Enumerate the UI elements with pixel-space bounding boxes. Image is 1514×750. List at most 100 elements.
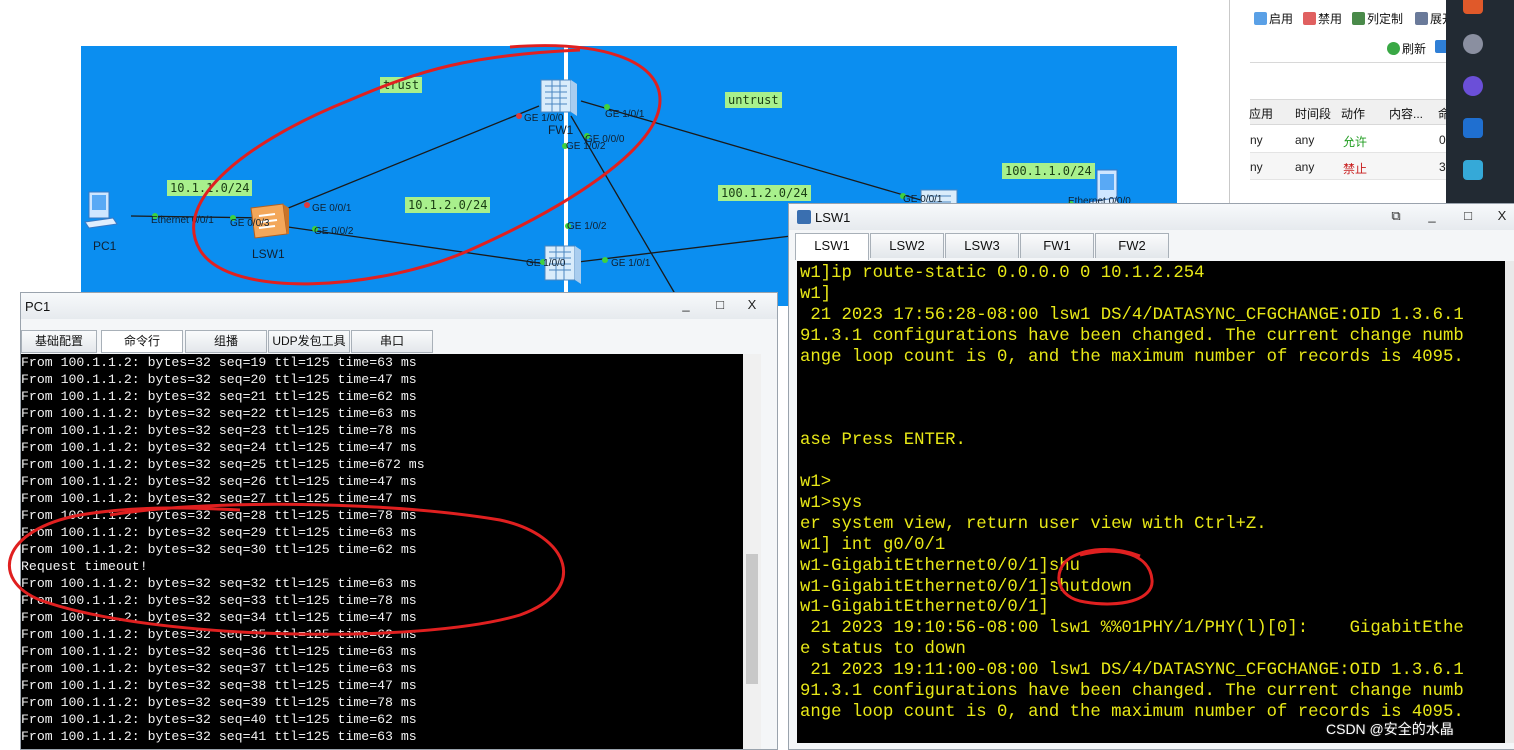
console-line: From 100.1.1.2: bytes=32 seq=40 ttl=125 …	[21, 712, 417, 727]
tab-lsw3[interactable]: LSW3	[945, 233, 1019, 258]
scroll-thumb[interactable]	[746, 554, 758, 684]
send-icon[interactable]	[1463, 160, 1483, 180]
column-header[interactable]: 内容...	[1389, 105, 1423, 122]
console-line: From 100.1.1.2: bytes=32 seq=26 ttl=125 …	[21, 474, 417, 489]
console-line: ange loop count is 0, and the maximum nu…	[800, 347, 1464, 367]
pc1-window[interactable]: PC1 _ □ X 基础配置 命令行 组播 UDP发包工具 串口 From 10…	[20, 292, 778, 750]
app-icon[interactable]	[1463, 0, 1483, 14]
port-label: GE 1/0/1	[611, 258, 651, 269]
lsw1-console[interactable]: w1]ip route-static 0.0.0.0 0 10.1.2.254 w…	[797, 261, 1505, 743]
minimize-button[interactable]: _	[673, 296, 699, 314]
network-label: 100.1.2.0/24	[718, 185, 811, 201]
console-line: w1]	[800, 284, 832, 304]
console-line: ase Press ENTER.	[800, 431, 966, 451]
pc1-titlebar[interactable]: PC1 _ □ X	[21, 293, 777, 319]
zone-label-trust: trust	[380, 77, 423, 93]
network-label: 100.1.1.0/24	[1002, 163, 1095, 179]
console-line: From 100.1.1.2: bytes=32 seq=41 ttl=125 …	[21, 729, 417, 744]
console-line: w1>sys	[800, 493, 863, 513]
column-custom-button[interactable]: 列定制	[1352, 10, 1403, 27]
enable-button[interactable]: 启用	[1254, 10, 1293, 27]
zone-label-untrust: untrust	[725, 92, 782, 108]
lsw1-window[interactable]: LSW1 ⧉ _ □ X LSW1 LSW2 LSW3 FW1 FW2 w1]i…	[788, 203, 1514, 750]
fw1-label: FW1	[548, 123, 574, 137]
console-line: 21 2023 17:56:28-08:00 lsw1 DS/4/DATASYN…	[800, 305, 1464, 325]
console-line: 91.3.1 configurations have been changed.…	[800, 326, 1464, 346]
restore-button[interactable]: ⧉	[1383, 207, 1409, 225]
column-header[interactable]: 动作	[1341, 105, 1365, 122]
pc1-device[interactable]	[83, 188, 119, 232]
console-line: w1] int g0/0/1	[800, 535, 946, 555]
policy-table-header: 应用 时间段 动作 内容... 命	[1249, 99, 1450, 125]
row-action: 允许	[1343, 135, 1368, 149]
console-line: From 100.1.1.2: bytes=32 seq=36 ttl=125 …	[21, 644, 417, 659]
row-hits: 0	[1439, 133, 1446, 147]
policy-panel: 启用 禁用 列定制 展开 刷新 应用 时间段 动作 内容... 命 ny any…	[1229, 0, 1454, 205]
outlook-icon[interactable]	[1463, 118, 1483, 138]
network-label: 10.1.1.0/24	[167, 180, 253, 196]
console-line: 21 2023 19:10:56-08:00 lsw1 %%01PHY/1/PH…	[800, 619, 1464, 639]
disable-button[interactable]: 禁用	[1303, 10, 1342, 27]
tab-fw1[interactable]: FW1	[1020, 233, 1094, 258]
port-label: GE 1/0/2	[567, 221, 607, 232]
tab-udp-tool[interactable]: UDP发包工具	[268, 330, 350, 353]
user-icon[interactable]	[1463, 34, 1483, 54]
console-line: From 100.1.1.2: bytes=32 seq=32 ttl=125 …	[21, 576, 417, 591]
fw1-device[interactable]	[537, 76, 579, 118]
maximize-button[interactable]: □	[1455, 207, 1481, 225]
policy-row[interactable]: ny any 允许 0	[1250, 126, 1447, 153]
console-line: Request timeout!	[21, 559, 148, 574]
console-line: 91.3.1 configurations have been changed.…	[800, 682, 1464, 701]
console-line: From 100.1.1.2: bytes=32 seq=21 ttl=125 …	[21, 389, 417, 404]
close-button[interactable]: X	[1489, 207, 1514, 225]
port-label: Ethernet 0/0/1	[151, 215, 214, 226]
lsw1-titlebar[interactable]: LSW1 ⧉ _ □ X	[789, 204, 1514, 230]
console-line: 21 2023 19:11:00-08:00 lsw1 DS/4/DATASYN…	[800, 661, 1464, 681]
pc-icon	[84, 191, 118, 229]
maximize-button[interactable]: □	[707, 296, 733, 314]
tab-multicast[interactable]: 组播	[185, 330, 267, 353]
console-line: w1]ip route-static 0.0.0.0 0 10.1.2.254	[800, 264, 1205, 283]
tab-lsw2[interactable]: LSW2	[870, 233, 944, 258]
tab-lsw1[interactable]: LSW1	[795, 233, 869, 260]
window-title: LSW1	[815, 210, 851, 225]
network-label: 10.1.2.0/24	[405, 197, 491, 213]
console-line: From 100.1.1.2: bytes=32 seq=25 ttl=125 …	[21, 457, 425, 472]
column-header[interactable]: 应用	[1249, 105, 1273, 122]
console-line: w1>	[800, 473, 832, 492]
port-label: GE 1/0/0	[526, 258, 566, 269]
vertical-scrollbar[interactable]	[743, 354, 761, 749]
row-hits: 3	[1439, 160, 1446, 174]
side-taskbar	[1446, 0, 1514, 205]
tab-serial[interactable]: 串口	[351, 330, 433, 353]
watermark: CSDN @安全的水晶	[1326, 721, 1454, 737]
refresh-icon	[1387, 42, 1400, 55]
copilot-icon[interactable]	[1463, 76, 1483, 96]
console-line: w1-GigabitEthernet0/0/1]shutdown	[800, 577, 1132, 597]
column-header[interactable]: 时间段	[1295, 105, 1331, 122]
console-line: From 100.1.1.2: bytes=32 seq=38 ttl=125 …	[21, 678, 417, 693]
row-action: 禁止	[1343, 162, 1368, 176]
tab-fw2[interactable]: FW2	[1095, 233, 1169, 258]
enable-icon	[1254, 12, 1267, 25]
port-label: GE 1/0/2	[566, 141, 606, 152]
console-line: From 100.1.1.2: bytes=32 seq=30 ttl=125 …	[21, 542, 417, 557]
tab-basic-config[interactable]: 基础配置	[21, 330, 97, 353]
vertical-scrollbar[interactable]	[1505, 261, 1514, 743]
refresh-button[interactable]: 刷新	[1387, 40, 1426, 57]
close-button[interactable]: X	[739, 296, 765, 314]
pc1-console[interactable]: From 100.1.1.2: bytes=32 seq=19 ttl=125 …	[21, 354, 743, 749]
disable-icon	[1303, 12, 1316, 25]
console-line: From 100.1.1.2: bytes=32 seq=22 ttl=125 …	[21, 406, 417, 421]
minimize-button[interactable]: _	[1419, 207, 1445, 225]
console-line: From 100.1.1.2: bytes=32 seq=24 ttl=125 …	[21, 440, 417, 455]
toolbar-divider	[1250, 62, 1447, 63]
tab-command-line[interactable]: 命令行	[101, 330, 183, 353]
expand-icon	[1415, 12, 1428, 25]
console-line: From 100.1.1.2: bytes=32 seq=23 ttl=125 …	[21, 423, 417, 438]
console-line: From 100.1.1.2: bytes=32 seq=34 ttl=125 …	[21, 610, 417, 625]
console-line: From 100.1.1.2: bytes=32 seq=20 ttl=125 …	[21, 372, 417, 387]
row-app: ny	[1250, 133, 1263, 147]
policy-row[interactable]: ny any 禁止 3	[1250, 153, 1447, 180]
lsw1-label: LSW1	[252, 247, 285, 261]
